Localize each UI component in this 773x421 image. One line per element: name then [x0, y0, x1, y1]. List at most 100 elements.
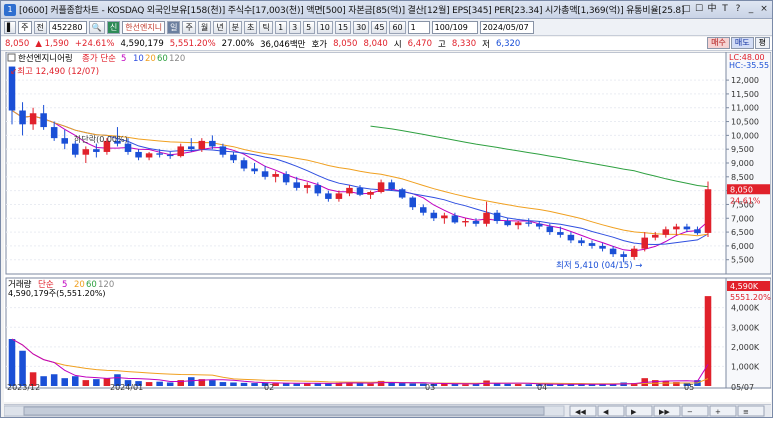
restore-icon[interactable]: □ — [680, 2, 692, 16]
candle-body — [230, 154, 237, 161]
candle-body — [662, 229, 670, 235]
chart-window: 1 [0600] 커플종합차트 - KOSDAQ 외국인보유[158(천)] 주… — [0, 0, 773, 418]
search-icon[interactable]: 🔍 — [88, 21, 105, 34]
period-30[interactable]: 30 — [353, 21, 370, 34]
scroll-menu-icon-btn[interactable] — [737, 405, 765, 417]
price-change-pct: +24.61% — [74, 38, 115, 49]
period-1[interactable]: 1 — [274, 21, 287, 34]
period-60[interactable]: 60 — [389, 21, 406, 34]
zoom-out-icon[interactable]: − — [687, 408, 693, 416]
volume-bar — [93, 379, 100, 386]
x-axis-label: 03 — [425, 383, 435, 392]
ma-legend-120: 120 — [169, 54, 185, 64]
lang-icon[interactable]: 中 — [706, 2, 718, 16]
code-input[interactable]: 452280 — [48, 21, 87, 34]
next-icon[interactable]: ▶ — [631, 408, 637, 416]
menu-icon[interactable]: ▌ — [4, 21, 17, 34]
volume-bar — [514, 384, 522, 386]
candle-body — [441, 215, 448, 219]
candle-body — [272, 174, 279, 177]
candle-body — [546, 226, 554, 233]
price-tick-label: 11,500 — [731, 90, 759, 99]
legend-box-icon — [7, 53, 16, 62]
tab-tick[interactable]: 틱 — [259, 21, 273, 34]
prev-button[interactable]: 전 — [33, 21, 47, 34]
market-select[interactable]: 주 — [18, 21, 32, 34]
chart-area[interactable]: 12,000 11,500 11,000 10,500 10,000 9,500 9,000… — [4, 51, 772, 402]
hc-label: HC:-35.55 — [729, 61, 769, 70]
volume-bar — [61, 378, 68, 386]
last-pct-label: 24.61% — [730, 196, 761, 205]
candle-body — [335, 193, 343, 199]
tile-icon[interactable]: ☐ — [693, 2, 705, 16]
help-icon[interactable]: ? — [732, 2, 744, 16]
candle-body — [483, 212, 490, 224]
date-input[interactable]: 2024/05/07 — [479, 21, 534, 34]
new-badge[interactable]: 신 — [106, 21, 121, 34]
x-axis-label: 05/07 — [731, 383, 754, 392]
price-tick-label: 9,500 — [731, 145, 754, 154]
prev-icon[interactable]: ◀ — [603, 408, 609, 416]
scroll-zoom-out-icon-btn[interactable] — [681, 405, 709, 417]
first-icon[interactable]: ◀◀ — [575, 408, 586, 416]
candle-body — [356, 187, 364, 195]
ma-legend-10: 10 — [133, 54, 144, 64]
tab-yearly[interactable]: 년 — [213, 21, 227, 34]
chart-scrollbar[interactable]: ◀◀ ◀ ▶ ▶▶ − + ≡ — [3, 404, 771, 417]
price-tick-label: 7,000 — [731, 214, 754, 223]
period-15[interactable]: 15 — [334, 21, 352, 34]
tab-minute[interactable]: 분 — [228, 21, 242, 34]
tab-monthly[interactable]: 월 — [197, 21, 212, 34]
tab-weekly[interactable]: 주 — [182, 21, 196, 34]
candle-body — [209, 140, 216, 147]
candle-body — [145, 153, 153, 158]
ma-legend-5: 5 — [121, 54, 126, 64]
font-icon[interactable]: T — [719, 2, 731, 16]
price-volume-chart[interactable]: 12,000 11,500 11,000 10,500 10,000 9,500 9,000… — [4, 51, 772, 392]
volume-tick-label: 3,000K — [731, 323, 760, 332]
candle-body — [451, 215, 459, 223]
scroll-next-icon-btn[interactable] — [625, 405, 653, 417]
period-10[interactable]: 10 — [316, 21, 333, 34]
last-icon[interactable]: ▶▶ — [659, 408, 670, 416]
volume-bar — [462, 384, 469, 386]
volume-bar — [166, 382, 174, 386]
volume-bar — [230, 382, 237, 386]
candle-body — [61, 138, 68, 144]
period-custom-input[interactable]: 1 — [407, 21, 430, 34]
low-price: 6,320 — [495, 38, 521, 49]
volume-bar — [240, 382, 248, 386]
stock-name-field[interactable]: 한선엔지니 — [122, 21, 166, 34]
buy-button[interactable]: 매수 — [707, 37, 730, 49]
candle-body — [462, 221, 469, 223]
volume-bar — [525, 384, 532, 386]
scroll-prev-icon-btn[interactable] — [597, 405, 625, 417]
zoom-in-icon[interactable]: + — [715, 408, 721, 416]
candle-body — [420, 207, 427, 213]
period-3[interactable]: 3 — [288, 21, 301, 34]
scroll-zoom-in-icon-btn[interactable] — [709, 405, 737, 417]
minimize-icon[interactable]: _ — [745, 2, 757, 16]
menu-icon[interactable]: ≡ — [743, 408, 749, 416]
sell-button[interactable]: 매도 — [730, 37, 754, 49]
price-tick-label: 6,000 — [731, 242, 754, 251]
tab-second[interactable]: 초 — [243, 21, 258, 34]
flat-button[interactable]: 평 — [754, 37, 770, 49]
mid-annotation: 하단락(0.00%) — [74, 134, 128, 144]
candle-body — [82, 149, 90, 155]
volume-bar — [451, 384, 459, 386]
ma-legend-60: 60 — [157, 54, 168, 64]
volume-bar — [8, 339, 16, 386]
count-input[interactable]: 100/109 — [431, 21, 478, 34]
volume-bar — [398, 383, 406, 386]
candle-body — [293, 182, 300, 188]
tab-daily[interactable]: 일 — [167, 21, 181, 34]
period-5[interactable]: 5 — [302, 21, 315, 34]
high-label: 고 — [437, 39, 446, 50]
scroll-thumb[interactable] — [23, 406, 545, 416]
period-45[interactable]: 45 — [371, 21, 388, 34]
volume-bar — [19, 350, 26, 386]
volume-bar — [50, 374, 58, 386]
turnover-pct: 27.00% — [221, 38, 255, 49]
close-icon[interactable]: × — [758, 2, 770, 16]
